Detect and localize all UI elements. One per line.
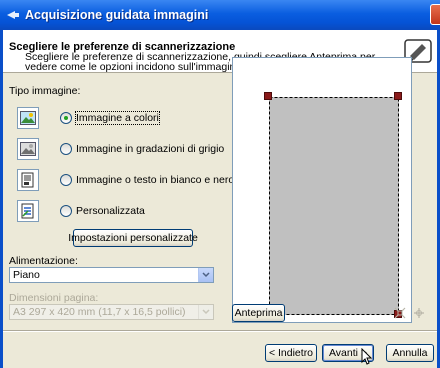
chevron-down-icon[interactable] — [198, 268, 213, 282]
back-button[interactable]: < Indietro — [265, 344, 317, 362]
image-type-option-black-white[interactable]: Immagine o testo in bianco e nero — [17, 169, 234, 191]
window-title: Acquisizione guidata immagini — [25, 8, 209, 22]
color-picture-icon — [17, 107, 39, 129]
radio-label-custom[interactable]: Personalizzata — [76, 205, 145, 217]
mouse-pointer-icon — [361, 347, 373, 366]
radio-black-white[interactable] — [60, 174, 72, 186]
preview-area[interactable] — [232, 57, 412, 323]
preview-button[interactable]: Anteprima — [232, 304, 285, 322]
page-size-select[interactable]: A3 297 x 420 mm (11,7 x 16,5 pollici) — [9, 304, 214, 320]
feed-label: Alimentazione: — [9, 255, 78, 267]
close-button[interactable] — [430, 4, 440, 25]
custom-settings-icon — [17, 200, 39, 222]
page-size-select-value: A3 297 x 420 mm (11,7 x 16,5 pollici) — [13, 306, 186, 318]
cancel-button[interactable]: Annulla — [386, 344, 434, 362]
feed-select[interactable]: Piano — [9, 267, 214, 283]
grayscale-picture-icon — [17, 138, 39, 160]
title-bar: Acquisizione guidata immagini — [0, 0, 440, 30]
custom-settings-button[interactable]: Impostazioni personalizzate — [68, 229, 198, 247]
black-white-text-icon — [17, 169, 39, 191]
radio-label-black-white[interactable]: Immagine o testo in bianco e nero — [76, 174, 234, 186]
feed-select-value: Piano — [13, 269, 40, 281]
chevron-down-icon — [198, 305, 213, 319]
fit-selection-icon[interactable] — [394, 307, 406, 319]
radio-label-color[interactable]: Immagine a colori — [75, 111, 160, 125]
radio-label-grayscale[interactable]: Immagine in gradazioni di grigio — [76, 143, 224, 155]
image-type-option-grayscale[interactable]: Immagine in gradazioni di grigio — [17, 138, 224, 160]
image-type-label: Tipo immagine: — [9, 85, 81, 97]
crop-handle-top-right[interactable] — [394, 92, 402, 100]
zoom-icon[interactable] — [413, 307, 425, 319]
radio-color[interactable] — [60, 112, 72, 124]
image-type-option-custom[interactable]: Personalizzata — [17, 200, 145, 222]
preview-page — [269, 97, 399, 315]
image-type-option-color[interactable]: Immagine a colori — [17, 107, 160, 129]
wizard-window: Scegliere le preferenze di scannerizzazi… — [0, 30, 440, 368]
radio-grayscale[interactable] — [60, 143, 72, 155]
radio-custom[interactable] — [60, 205, 72, 217]
footer-divider — [3, 330, 437, 332]
scanner-wizard-icon — [6, 8, 20, 22]
crop-handle-top-left[interactable] — [264, 92, 272, 100]
page-size-label: Dimensioni pagina: — [9, 292, 99, 304]
